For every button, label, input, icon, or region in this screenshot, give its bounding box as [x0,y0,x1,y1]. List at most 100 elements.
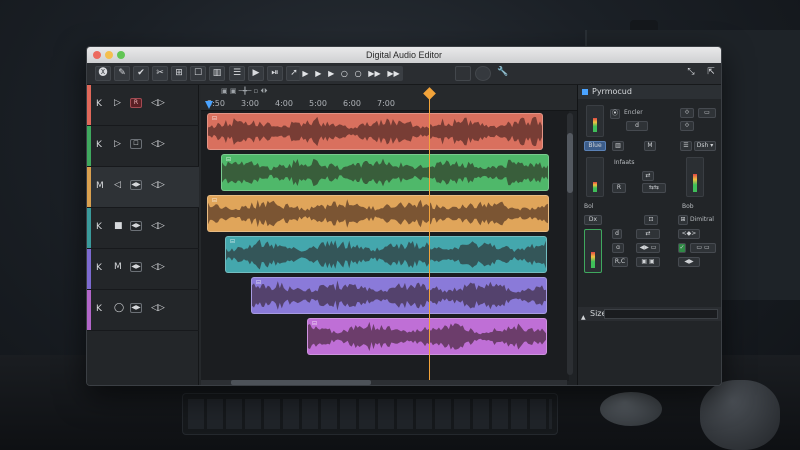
mixer-button[interactable]: ⟐ [680,108,694,118]
play2-icon[interactable]: ▶ [315,69,321,78]
fast-forward-icon[interactable]: ▶▶ [368,69,380,78]
play3-icon[interactable]: ▶ [328,69,334,78]
track-button[interactable]: ◯ [114,303,124,313]
collapse-icon[interactable]: ▲ [581,311,586,325]
metronome-icon[interactable] [475,66,491,81]
track-header-row[interactable]: K ▷ R ◁▷ [87,85,199,126]
window-title: Digital Audio Editor [365,50,443,60]
audio-clip[interactable]: ⊟ [207,113,543,150]
track-button[interactable]: ◁▷ [151,139,165,149]
close-icon[interactable] [93,51,101,59]
tool-playpause-icon[interactable]: ⏯ [267,66,283,81]
tool-box-icon[interactable]: ☐ [190,66,206,81]
mixer-button[interactable]: Dx [584,215,602,225]
track-button[interactable]: ◁▷ [151,180,165,190]
track-header-row[interactable]: K ▷ ☐ ◁▷ [87,126,199,167]
tool-cut-icon[interactable]: ✂ [152,66,168,81]
mixer-button[interactable]: R [612,183,626,193]
mixer-button[interactable]: R,C [612,257,628,267]
wrench-icon[interactable]: 🔧 [495,66,511,81]
horizontal-scrollbar[interactable] [201,380,567,385]
loop-start-marker[interactable] [205,101,213,109]
channel-strip[interactable] [586,105,604,137]
play-icon[interactable]: ▶ [302,69,308,78]
track-lanes[interactable]: ⊟ ⊟ ⊟ ⊟ ⊟ ⊟ [201,111,569,381]
track-button[interactable]: ◀▶ [130,180,142,190]
playhead[interactable] [429,93,430,383]
display-toggle-icon[interactable] [455,66,471,81]
track-button[interactable]: ▷ [114,139,121,149]
track-button[interactable]: ◁▷ [151,303,165,313]
vertical-scrollbar[interactable] [567,113,573,375]
tool-list-icon[interactable]: ☰ [229,66,245,81]
mixer-button[interactable]: ⇄ [636,229,660,239]
audio-clip[interactable]: ⊟ [207,195,549,232]
audio-clip[interactable]: ⊟ [307,318,547,355]
mixer-button[interactable]: ◀▶ ▭ [636,243,660,253]
tool-grid-icon[interactable]: ⊞ [171,66,187,81]
mixer-button[interactable]: ⇆⇆ [642,183,666,193]
track-button[interactable]: ◀▶ [130,262,142,272]
skip-end-icon[interactable]: ▶▶ [387,69,399,78]
mixer-button[interactable]: ▥ [612,141,624,151]
mixer-button[interactable]: ◀▶ [678,257,700,267]
mixer-button[interactable]: ☰ [680,141,692,151]
channel-strip[interactable] [584,229,602,273]
mixer-button[interactable]: ⊞ [678,215,688,225]
track-button[interactable]: R [130,98,142,108]
track-color-stripe [87,249,91,289]
record-icon[interactable]: ○ [355,69,362,78]
tool-select-icon[interactable]: 🅧 [95,66,111,81]
audio-clip[interactable]: ⊟ [251,277,547,314]
channel-strip[interactable] [586,157,604,197]
expand-icon[interactable]: ⤡ [683,66,699,81]
mixer-button[interactable]: ▭ [698,108,716,118]
ruler-tick: 6:00 [343,99,361,108]
mixer-button[interactable]: d [612,229,622,239]
track-button[interactable]: ■ [114,221,123,231]
track-header-row[interactable]: K ■ ◀▶ ◁▷ [87,208,199,249]
tool-bars-icon[interactable]: ▥ [209,66,225,81]
knob-icon[interactable]: ⦿ [610,109,620,119]
mixer-button[interactable]: ✓ [678,243,686,253]
track-button[interactable]: M [114,262,122,272]
loop-icon[interactable]: ○ [341,69,348,78]
track-button[interactable]: ◁▷ [151,221,165,231]
audio-clip[interactable]: ⊟ [225,236,547,273]
mixer-button[interactable]: ⊡ [644,215,658,225]
tool-play-icon[interactable]: ▶ [248,66,264,81]
channel-strip[interactable] [686,157,704,197]
track-button[interactable]: ◀▶ [130,221,142,231]
size-input[interactable] [604,309,718,319]
tool-check-icon[interactable]: ✔ [133,66,149,81]
track-header-row[interactable]: K ◯ ◀▶ ◁▷ [87,290,199,331]
cursor-icon[interactable]: ⇱ [703,66,719,81]
clip-region-icon: ⊟ [226,156,232,163]
track-button[interactable]: ◁▷ [151,98,165,108]
track-button[interactable]: ▷ [114,98,121,108]
mixer-button[interactable]: ⇄ [642,171,654,181]
clip-region-icon: ⊟ [312,320,318,327]
mixer-button[interactable]: <◆> [678,229,700,239]
track-header-row[interactable]: K M ◀▶ ◁▷ [87,249,199,290]
timeline-ruler[interactable]: ▣ ▣ ─╋─ ▫ ⏴⏵ 3:50 3:00 4:00 5:00 6:00 7:… [201,85,577,111]
mixer-button[interactable]: ▭ ▭ [690,243,716,253]
track-button[interactable]: ☐ [130,139,142,149]
audio-clip[interactable]: ⊟ [221,154,549,191]
track-button[interactable]: ◁ [114,180,121,190]
mixer-button[interactable]: ⟐ [680,121,694,131]
tool-pencil-icon[interactable]: ✎ [114,66,130,81]
blue-button[interactable]: Blue [584,141,606,151]
mixer-button[interactable]: Dsh ▾ [694,141,716,151]
mixer-button[interactable]: M [644,141,656,151]
mixer-button[interactable]: d [626,121,648,131]
minimize-icon[interactable] [105,51,113,59]
mixer-button[interactable]: ɑ [612,243,624,253]
mixer-button[interactable]: ▣ ▣ [636,257,660,267]
zoom-icon[interactable] [117,51,125,59]
track-header-row[interactable]: M ◁ ◀▶ ◁▷ [87,167,199,208]
track-button[interactable]: ◀▶ [130,303,142,313]
waveform [308,321,546,352]
track-button[interactable]: ◁▷ [151,262,165,272]
ruler-tick: 5:00 [309,99,327,108]
